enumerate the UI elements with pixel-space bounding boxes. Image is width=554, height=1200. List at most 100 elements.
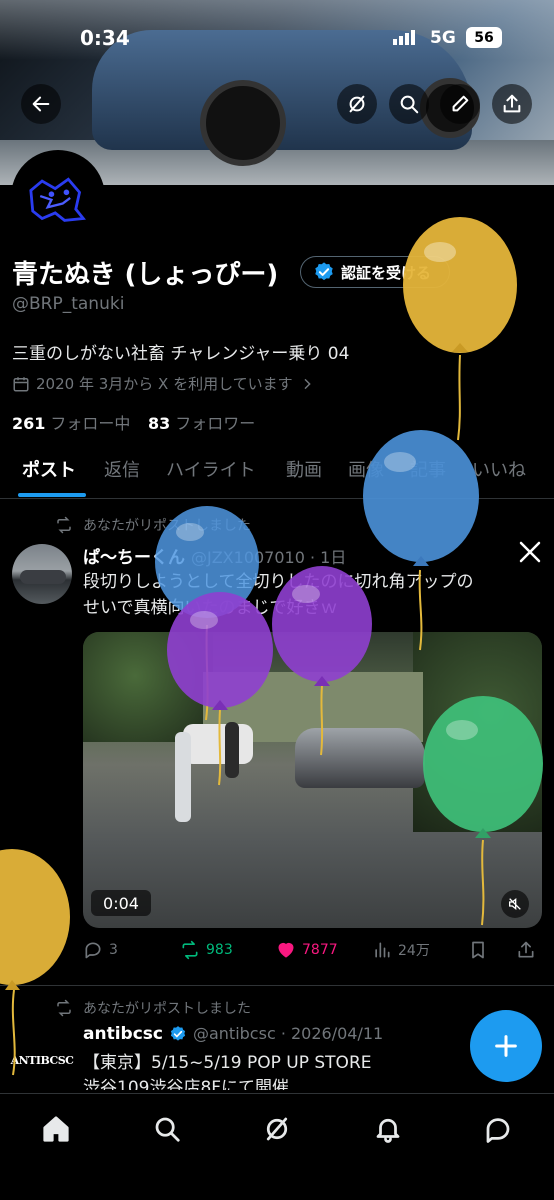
pencil-icon: [452, 95, 469, 112]
home-icon: [43, 1116, 69, 1142]
joined-date[interactable]: 2020 年 3月から X を利用しています: [12, 373, 315, 394]
nav-search[interactable]: [152, 1114, 182, 1144]
mute-button[interactable]: [501, 890, 529, 918]
divider: [0, 985, 554, 986]
like-button[interactable]: 7877: [276, 940, 338, 960]
tab-posts[interactable]: ポスト: [22, 456, 76, 482]
views-button[interactable]: 24万: [372, 940, 430, 960]
repost-indicator: あなたがリポストしました: [55, 515, 251, 535]
post-video[interactable]: 0:04: [83, 632, 542, 928]
back-button[interactable]: [21, 84, 61, 124]
post-header: antibcsc @antibcsc · 2026/04/11: [83, 1024, 383, 1044]
following-count: 261: [12, 414, 46, 433]
tab-images[interactable]: 画像: [348, 456, 384, 482]
repost-indicator: あなたがリポストしました: [55, 998, 251, 1018]
profile-avatar[interactable]: [11, 150, 105, 244]
nav-messages[interactable]: [483, 1114, 513, 1144]
network-label: 5G: [430, 28, 456, 48]
reply-button[interactable]: 3: [83, 940, 118, 960]
search-icon: [155, 1117, 180, 1142]
repost-count: 983: [206, 942, 233, 958]
reply-icon: [85, 942, 101, 959]
joined-text: 2020 年 3月から X を利用しています: [36, 375, 293, 393]
views-icon: [375, 942, 390, 958]
bottom-navigation: [0, 1093, 554, 1200]
post-text-line: 段切りしようとして全切りしたのに切れ角アップの: [83, 572, 474, 592]
heart-icon: [278, 942, 294, 958]
get-verified-button[interactable]: 認証を受ける: [300, 256, 450, 288]
repost-icon: [57, 516, 71, 534]
plus-icon: [495, 1035, 517, 1057]
followers-count: 83: [148, 414, 171, 433]
calendar-icon: [13, 376, 29, 391]
post-text-line: 渋谷109渋谷店8Fにて開催: [83, 1078, 290, 1090]
banner-wheel: [200, 80, 286, 166]
nav-notifications[interactable]: [373, 1114, 403, 1144]
followers-link[interactable]: 83 フォロワー: [148, 410, 255, 434]
verify-label: 認証を受ける: [341, 263, 432, 282]
avatar-image: [14, 153, 102, 241]
chevron-right-icon: [304, 378, 311, 389]
grok-icon: [349, 95, 365, 113]
video-person: [175, 732, 191, 822]
avatar-car-shape: [20, 570, 66, 584]
followers-label: フォロワー: [175, 414, 256, 433]
active-tab-indicator: [18, 493, 86, 497]
tab-replies[interactable]: 返信: [104, 456, 140, 482]
video-trees: [413, 632, 542, 832]
repost-icon: [182, 940, 198, 960]
like-count: 7877: [302, 942, 338, 958]
edit-button[interactable]: [440, 84, 480, 124]
following-link[interactable]: 261 フォロー中: [12, 410, 130, 434]
search-icon: [400, 95, 419, 114]
repost-button[interactable]: 983: [180, 940, 233, 960]
search-button[interactable]: [389, 84, 429, 124]
post-author-name[interactable]: antibcsc: [83, 1024, 163, 1044]
post-author-avatar[interactable]: [12, 544, 72, 604]
profile-bio: 三重のしがない社畜 チャレンジャー乗り 04: [12, 344, 350, 364]
video-duration: 0:04: [91, 890, 151, 916]
post-text-line: せいで真横向いたのまじで好きｗ: [83, 598, 338, 618]
share-button[interactable]: [492, 84, 532, 124]
view-count: 24万: [398, 943, 430, 959]
tab-highlights[interactable]: ハイライト: [166, 456, 256, 482]
repost-label: あなたがリポストしました: [83, 518, 251, 534]
post-share-button[interactable]: [516, 940, 536, 960]
reply-count: 3: [109, 942, 118, 958]
verified-badge-icon: [315, 262, 333, 281]
nav-grok[interactable]: [262, 1114, 292, 1144]
tab-videos[interactable]: 動画: [286, 456, 322, 482]
tab-likes[interactable]: いいね: [472, 456, 526, 482]
share-icon: [503, 94, 521, 113]
divider: [0, 498, 554, 499]
bookmark-button[interactable]: [468, 940, 488, 960]
arrow-left-icon: [32, 96, 50, 112]
chat-icon: [486, 1118, 510, 1143]
verified-badge-icon: [170, 1026, 186, 1041]
video-white-car: [183, 724, 253, 764]
post-meta[interactable]: @JZX1007010 · 1日: [191, 544, 346, 568]
video-person: [225, 722, 239, 778]
tab-articles[interactable]: 記事: [410, 456, 446, 482]
post-author-name[interactable]: ぱ〜ちーくん: [83, 543, 185, 568]
nav-home[interactable]: [41, 1114, 71, 1144]
post-header: ぱ〜ちーくん @JZX1007010 · 1日: [83, 543, 346, 568]
mute-icon: [509, 897, 521, 911]
repost-icon: [57, 999, 71, 1017]
post-meta[interactable]: @antibcsc · 2026/04/11: [193, 1024, 383, 1043]
status-time: 0:34: [80, 26, 130, 50]
battery-indicator: 56: [466, 27, 502, 48]
following-label: フォロー中: [50, 414, 131, 433]
compose-post-button[interactable]: [470, 1010, 542, 1082]
post-text-line: 【東京】5/15~5/19 POP UP STORE: [83, 1053, 372, 1073]
video-car: [295, 728, 425, 788]
repost-label: あなたがリポストしました: [83, 1001, 251, 1017]
signal-icon: [393, 30, 415, 45]
grok-icon: [266, 1117, 288, 1141]
profile-name: 青たぬき (しょっぴー): [12, 260, 279, 290]
bell-icon: [376, 1118, 400, 1143]
grok-button[interactable]: [337, 84, 377, 124]
bookmark-icon: [472, 941, 484, 959]
post-author-avatar[interactable]: ANTIBCSC: [11, 1030, 74, 1090]
x-logo-icon: [518, 540, 542, 568]
